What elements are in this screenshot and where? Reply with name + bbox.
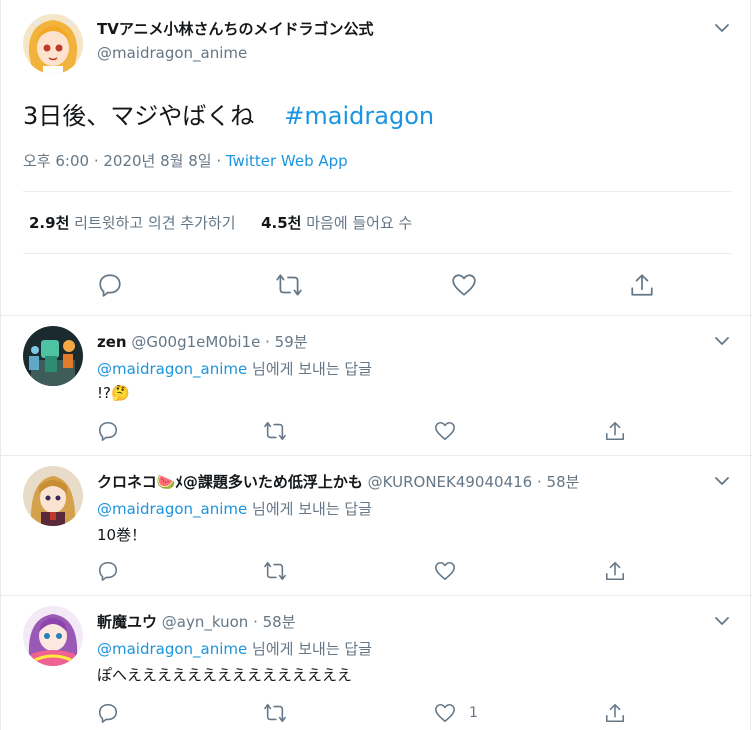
like-count: 1	[469, 705, 478, 721]
reply-context: @maidragon_anime 님에게 보내는 답글	[97, 498, 372, 519]
main-tweet-display-name[interactable]: TVアニメ小林さんちのメイドラゴン公式	[97, 18, 374, 39]
main-tweet-meta: 오후 6:00 · 2020년 8월 8일 · Twitter Web App	[23, 152, 348, 170]
chevron-down-icon[interactable]	[712, 471, 732, 491]
reply-header: zen @G00g1eM0bi1e · 59분	[97, 331, 308, 352]
retweet-icon[interactable]	[263, 702, 287, 724]
reply-to-label: 님에게 보내는 답글	[252, 640, 372, 658]
share-icon[interactable]	[629, 272, 655, 298]
mention-link[interactable]: @maidragon_anime	[97, 500, 247, 518]
retweet-icon[interactable]	[263, 560, 287, 582]
share-icon[interactable]	[604, 560, 626, 582]
like-heart-icon[interactable]	[434, 702, 456, 724]
reply-handle[interactable]: @ayn_kuon	[162, 613, 249, 631]
mention-link[interactable]: @maidragon_anime	[97, 640, 247, 658]
chevron-down-icon[interactable]	[712, 611, 732, 631]
reply-time[interactable]: · 59분	[265, 333, 307, 351]
reply-icon[interactable]	[97, 702, 119, 724]
reply-avatar[interactable]	[23, 606, 83, 666]
reply-display-name[interactable]: 斬魔ユウ	[97, 613, 157, 631]
main-tweet-handle[interactable]: @maidragon_anime	[97, 44, 247, 62]
reply-time[interactable]: · 58분	[537, 473, 579, 491]
like-heart-icon[interactable]	[434, 560, 456, 582]
reply-to-label: 님에게 보내는 답글	[252, 500, 372, 518]
reply-icon[interactable]	[97, 560, 119, 582]
reply-display-name[interactable]: クロネコ🍉ﾒ@課題多いため低浮上かも	[97, 473, 363, 491]
reply-handle[interactable]: @KURONEK49040416	[368, 473, 533, 491]
chevron-down-icon[interactable]	[712, 18, 732, 38]
reply-text: 10巻！	[97, 526, 147, 544]
like-heart-icon[interactable]	[451, 272, 477, 298]
like-heart-icon[interactable]	[434, 420, 456, 442]
tweet-detail-page: TVアニメ小林さんちのメイドラゴン公式 @maidragon_anime 3日後…	[0, 0, 752, 730]
chevron-down-icon[interactable]	[712, 331, 732, 351]
reply-avatar[interactable]	[23, 326, 83, 386]
reply-icon[interactable]	[97, 420, 119, 442]
retweet-icon[interactable]	[263, 420, 287, 442]
reply-text: !?🤔	[97, 384, 130, 402]
divider	[1, 455, 752, 456]
reply-context: @maidragon_anime 님에게 보내는 답글	[97, 358, 372, 379]
reply-avatar[interactable]	[23, 466, 83, 526]
divider	[23, 191, 731, 192]
source-link[interactable]: Twitter Web App	[226, 152, 348, 170]
main-tweet-timestamp[interactable]: 오후 6:00 · 2020년 8월 8일	[23, 152, 212, 170]
divider	[23, 253, 731, 254]
reply-icon[interactable]	[97, 272, 123, 298]
reply-header: 斬魔ユウ @ayn_kuon · 58분	[97, 611, 296, 632]
main-tweet-text: 3日後、マジやばくね	[23, 102, 255, 130]
share-icon[interactable]	[604, 702, 626, 724]
main-tweet-avatar[interactable]	[23, 14, 83, 74]
reply-header: クロネコ🍉ﾒ@課題多いため低浮上かも @KURONEK49040416 · 58…	[97, 471, 579, 492]
reply-time[interactable]: · 58분	[253, 613, 295, 631]
reply-handle[interactable]: @G00g1eM0bi1e	[131, 333, 260, 351]
retweet-count[interactable]: 2.9천	[29, 214, 69, 232]
retweet-label[interactable]: 리트윗하고 의견 추가하기	[74, 214, 235, 232]
like-label[interactable]: 마음에 들어요 수	[306, 214, 412, 232]
like-count[interactable]: 4.5천	[261, 214, 301, 232]
reply-text: ぽへえええええええええええええええ	[97, 666, 353, 684]
divider	[1, 315, 752, 316]
reply-context: @maidragon_anime 님에게 보내는 답글	[97, 638, 372, 659]
reply-display-name[interactable]: zen	[97, 333, 127, 351]
share-icon[interactable]	[604, 420, 626, 442]
reply-to-label: 님에게 보내는 답글	[252, 360, 372, 378]
divider	[1, 595, 752, 596]
hashtag-link[interactable]: #maidragon	[284, 102, 434, 130]
main-tweet-text-block: 3日後、マジやばくね #maidragon	[23, 96, 434, 131]
main-tweet-stats: 2.9천 리트윗하고 의견 추가하기 4.5천 마음에 들어요 수	[29, 212, 412, 233]
retweet-icon[interactable]	[275, 272, 303, 298]
mention-link[interactable]: @maidragon_anime	[97, 360, 247, 378]
